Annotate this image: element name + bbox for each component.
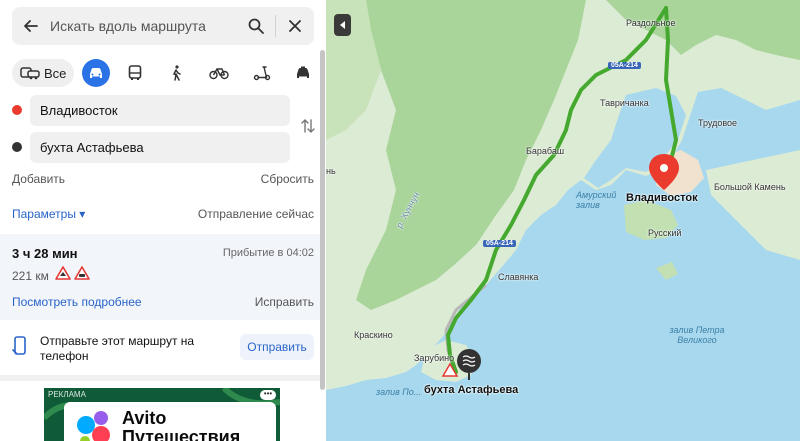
route-params-row: Параметры ▾ Отправление сейчас	[12, 207, 314, 223]
route-sidebar: Все Владивосток	[0, 0, 326, 441]
southern-island	[656, 262, 678, 280]
route-search-bar	[12, 7, 314, 45]
transport-mix-icon	[20, 67, 40, 80]
route-point-to: бухта Астафьева	[12, 132, 290, 163]
arrow-left-icon	[24, 20, 38, 32]
mode-car-button[interactable]	[82, 59, 110, 87]
phone-icon	[12, 336, 26, 361]
map-label-left-edge: нь	[326, 166, 336, 176]
params-dropdown[interactable]: Параметры ▾	[12, 207, 85, 221]
bus-icon	[128, 65, 142, 80]
route-distance: 221 км	[12, 269, 49, 283]
clear-button[interactable]	[276, 7, 314, 45]
from-field[interactable]: Владивосток	[30, 95, 290, 126]
route-point-from: Владивосток	[12, 95, 290, 126]
route-fix-link[interactable]: Исправить	[255, 295, 314, 309]
map-label-vladivostok: Владивосток	[626, 192, 698, 204]
map-label-amur-bay: Амурский залив	[576, 190, 617, 210]
map-label-tavrichanka: Тавричанка	[600, 98, 649, 108]
route-actions: Добавить Сбросить	[12, 172, 314, 188]
from-value: Владивосток	[40, 103, 118, 118]
map-label-peter-gulf: залив Петра Великого	[669, 325, 725, 345]
route-card[interactable]: 3 ч 28 мин Прибытие в 04:02 221 км Посмо…	[0, 234, 321, 320]
eastern-shore	[706, 150, 800, 260]
mode-taxi-button[interactable]	[289, 59, 317, 87]
bicycle-icon	[209, 68, 229, 80]
ad-brand-line2: Путешествия	[122, 427, 241, 441]
map-label-barabash: Барабаш	[526, 146, 565, 156]
ad-brand: Avito	[122, 408, 167, 428]
map-label-bolshoy-kamen: Большой Камень	[714, 182, 786, 192]
scooter-icon	[253, 66, 271, 81]
app-root: Все Владивосток	[0, 0, 800, 441]
mode-walk-button[interactable]	[162, 59, 190, 87]
mode-all-button[interactable]: Все	[12, 59, 75, 87]
mode-bike-button[interactable]	[205, 59, 233, 87]
collapse-panel-button[interactable]	[334, 14, 351, 36]
map-label-kraskino: Краскино	[354, 330, 393, 340]
mode-all-label: Все	[44, 65, 67, 81]
map-road-sign-mid: 05А-214	[483, 240, 516, 247]
taxi-icon	[297, 66, 309, 78]
route-arrival: Прибытие в 04:02	[222, 247, 314, 259]
map-label-trudovoe: Трудовое	[698, 118, 738, 128]
avito-logo	[77, 411, 110, 441]
map-view[interactable]: Раздольное 05А-214 Тавричанка Трудовое Б…	[326, 0, 800, 441]
ad-tag: РЕКЛАМА	[48, 390, 86, 399]
reset-link[interactable]: Сбросить	[261, 172, 314, 186]
map-label-zarubino: Зарубино	[414, 353, 455, 363]
map-road-sign-top: 05А-214	[608, 62, 641, 69]
ad-card: Avito Путешествия	[64, 402, 276, 441]
departure-selector[interactable]: Отправление сейчас	[198, 207, 314, 221]
close-icon	[289, 20, 301, 32]
add-point-link[interactable]: Добавить	[12, 172, 65, 186]
swap-arrows-icon	[301, 119, 315, 133]
send-to-phone: Отправьте этот маршрут на телефон Отправ…	[0, 327, 321, 369]
traffic-warning-icon	[74, 266, 90, 285]
search-input[interactable]	[50, 7, 237, 45]
route-duration: 3 ч 28 мин	[12, 246, 78, 261]
search-button[interactable]	[237, 7, 275, 45]
map-label-posiet-gulf: залив По...	[376, 387, 422, 397]
mode-bus-button[interactable]	[121, 59, 149, 87]
sidebar-scrollbar[interactable]	[320, 50, 325, 390]
map-label-russky: Русский	[648, 228, 682, 238]
search-icon	[248, 18, 264, 34]
to-field[interactable]: бухта Астафьева	[30, 132, 290, 163]
back-button[interactable]	[12, 7, 50, 45]
chevron-left-icon	[339, 21, 345, 29]
map-label-destination: бухта Астафьева	[424, 384, 519, 396]
route-details-link[interactable]: Посмотреть подробнее	[12, 295, 142, 309]
map-label-razdolnoe: Раздольное	[626, 18, 676, 28]
car-icon	[90, 68, 102, 78]
pedestrian-icon	[172, 65, 181, 81]
to-value: бухта Астафьева	[40, 140, 144, 155]
ad-banner[interactable]: РЕКЛАМА ••• Avito Путешествия	[44, 388, 280, 441]
send-button[interactable]: Отправить	[240, 334, 314, 360]
map-label-slavyanka: Славянка	[498, 272, 539, 282]
swap-points-button[interactable]	[299, 117, 317, 135]
end-point-marker	[12, 142, 22, 152]
mode-scooter-button[interactable]	[248, 59, 276, 87]
road-warning-icon	[55, 266, 71, 285]
section-divider	[0, 375, 321, 381]
ad-menu-button[interactable]: •••	[260, 390, 276, 400]
send-to-phone-text: Отправьте этот маршрут на телефон	[40, 334, 195, 363]
transport-modes: Все	[12, 58, 316, 88]
start-point-marker	[12, 105, 22, 115]
